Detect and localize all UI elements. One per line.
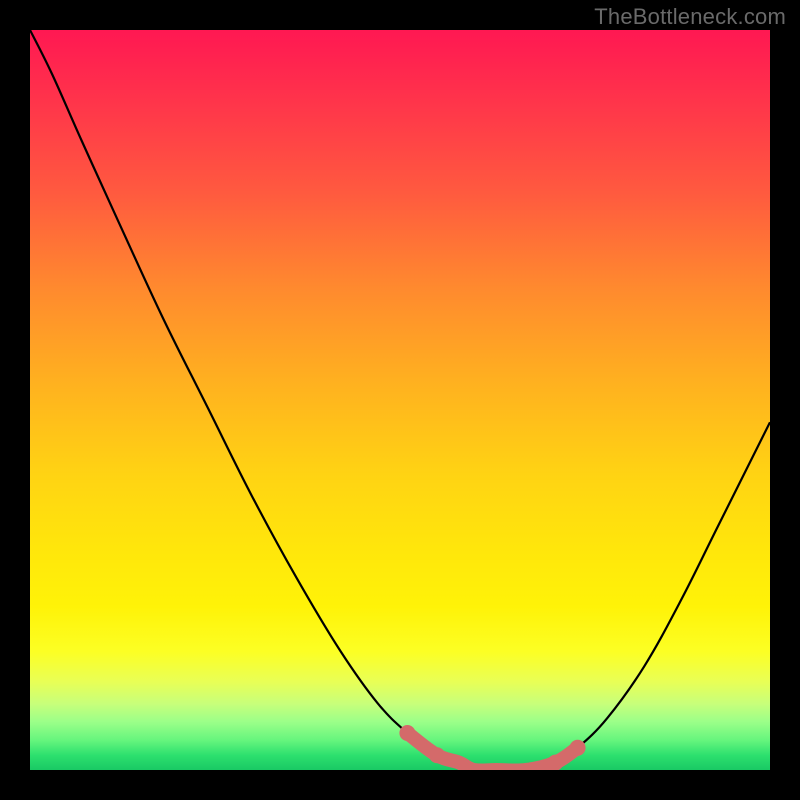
watermark-text: TheBottleneck.com <box>594 4 786 30</box>
marker-dot <box>570 740 586 756</box>
marker-dot <box>399 725 415 741</box>
chart-frame: TheBottleneck.com <box>0 0 800 800</box>
marker-dot <box>547 755 563 770</box>
bottleneck-curve <box>30 30 770 770</box>
curve-line <box>30 30 770 770</box>
plot-area <box>30 30 770 770</box>
marker-dot <box>429 747 445 763</box>
